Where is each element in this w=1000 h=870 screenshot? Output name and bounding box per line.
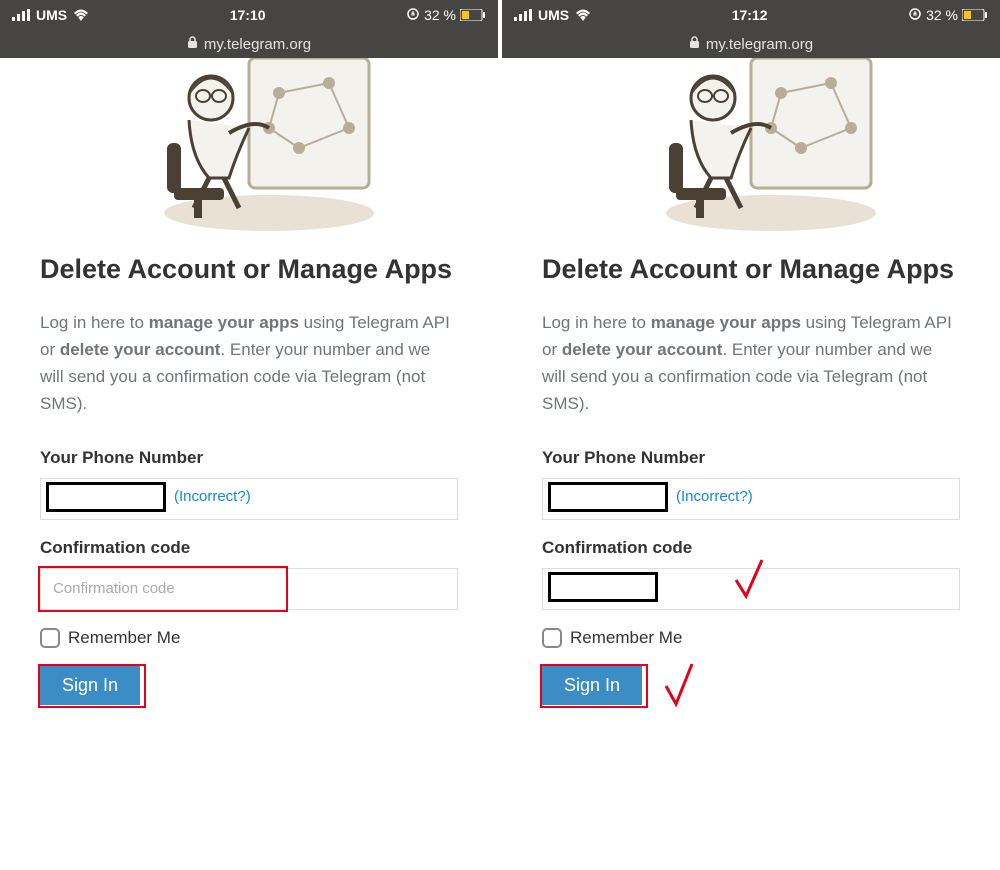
page-heading: Delete Account or Manage Apps	[542, 253, 960, 287]
page-content: Delete Account or Manage Apps Log in her…	[502, 58, 1000, 870]
page-content: Delete Account or Manage Apps Log in her…	[0, 58, 498, 870]
status-time: 17:12	[732, 7, 768, 23]
remember-row[interactable]: Remember Me	[542, 628, 960, 648]
status-carrier: UMS	[538, 7, 569, 23]
status-right: 32 %	[908, 7, 988, 24]
remember-label: Remember Me	[570, 628, 682, 648]
page-description: Log in here to manage your apps using Te…	[542, 309, 960, 418]
status-right: 32 %	[406, 7, 486, 24]
address-bar[interactable]: my.telegram.org	[502, 30, 1000, 58]
page-description: Log in here to manage your apps using Te…	[40, 309, 458, 418]
status-carrier: UMS	[36, 7, 67, 23]
phone-label: Your Phone Number	[40, 448, 458, 468]
signin-button[interactable]: Sign In	[542, 666, 642, 705]
incorrect-link[interactable]: (Incorrect?)	[676, 488, 753, 505]
status-bar: UMS 17:10 32 %	[0, 0, 498, 30]
incorrect-link[interactable]: (Incorrect?)	[174, 488, 251, 505]
lock-icon	[689, 36, 700, 53]
remember-checkbox[interactable]	[40, 628, 60, 648]
redacted-code	[548, 572, 658, 602]
annotation-check-signin	[662, 660, 696, 720]
wifi-icon	[575, 9, 591, 21]
address-url: my.telegram.org	[706, 36, 813, 53]
battery-icon	[460, 9, 486, 21]
rotation-lock-icon	[406, 7, 420, 24]
remember-checkbox[interactable]	[542, 628, 562, 648]
status-time: 17:10	[230, 7, 266, 23]
phone-group: Your Phone Number (Incorrect?)	[40, 448, 458, 520]
code-label: Confirmation code	[40, 538, 458, 558]
redacted-phone	[548, 482, 668, 512]
remember-row[interactable]: Remember Me	[40, 628, 458, 648]
status-left: UMS	[514, 7, 591, 23]
signal-icon	[12, 9, 30, 21]
illustration	[542, 58, 960, 233]
signal-icon	[514, 9, 532, 21]
lock-icon	[187, 36, 198, 53]
remember-label: Remember Me	[68, 628, 180, 648]
phone-screen-left: UMS 17:10 32 % my.telegram.org	[0, 0, 498, 870]
phone-screen-right: UMS 17:12 32 % my.telegram.org	[502, 0, 1000, 870]
rotation-lock-icon	[908, 7, 922, 24]
phone-label: Your Phone Number	[542, 448, 960, 468]
phone-group: Your Phone Number (Incorrect?)	[542, 448, 960, 520]
code-group: Confirmation code	[542, 538, 960, 610]
code-label: Confirmation code	[542, 538, 960, 558]
page-heading: Delete Account or Manage Apps	[40, 253, 458, 287]
signin-button[interactable]: Sign In	[40, 666, 140, 705]
code-input[interactable]	[40, 568, 458, 610]
redacted-phone	[46, 482, 166, 512]
wifi-icon	[73, 9, 89, 21]
status-battery-pct: 32 %	[424, 7, 456, 23]
address-url: my.telegram.org	[204, 36, 311, 53]
status-bar: UMS 17:12 32 %	[502, 0, 1000, 30]
address-bar[interactable]: my.telegram.org	[0, 30, 498, 58]
code-group: Confirmation code	[40, 538, 458, 610]
status-left: UMS	[12, 7, 89, 23]
status-battery-pct: 32 %	[926, 7, 958, 23]
illustration	[40, 58, 458, 233]
battery-icon	[962, 9, 988, 21]
